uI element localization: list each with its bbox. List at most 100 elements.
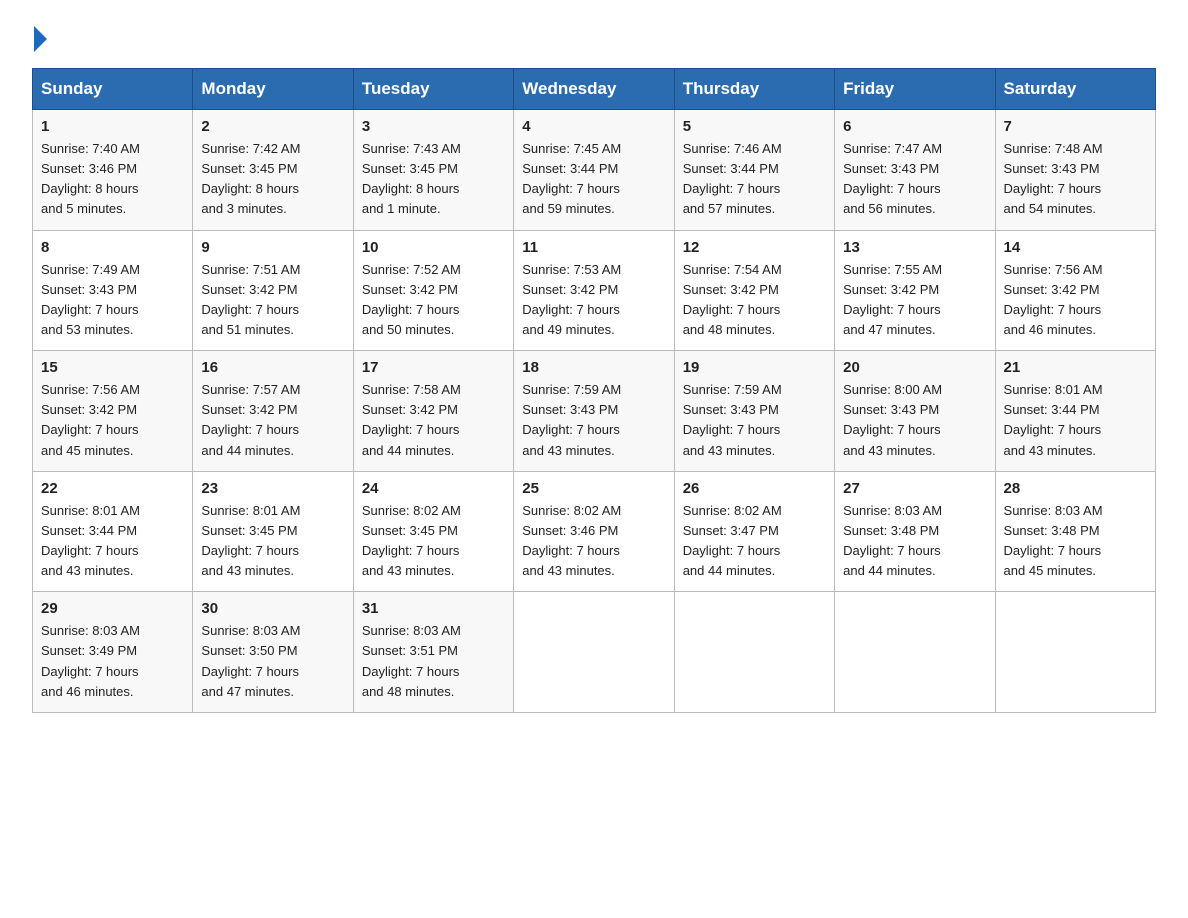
day-number: 11 xyxy=(522,239,665,256)
day-number: 4 xyxy=(522,118,665,135)
calendar-cell: 19 Sunrise: 7:59 AMSunset: 3:43 PMDaylig… xyxy=(674,351,834,472)
header-wednesday: Wednesday xyxy=(514,69,674,110)
calendar-cell: 15 Sunrise: 7:56 AMSunset: 3:42 PMDaylig… xyxy=(33,351,193,472)
day-number: 23 xyxy=(201,480,344,497)
day-info: Sunrise: 8:03 AMSunset: 3:51 PMDaylight:… xyxy=(362,623,461,698)
day-info: Sunrise: 7:49 AMSunset: 3:43 PMDaylight:… xyxy=(41,262,140,337)
day-info: Sunrise: 7:56 AMSunset: 3:42 PMDaylight:… xyxy=(41,382,140,457)
calendar-cell: 30 Sunrise: 8:03 AMSunset: 3:50 PMDaylig… xyxy=(193,592,353,713)
day-number: 29 xyxy=(41,600,184,617)
calendar-cell: 17 Sunrise: 7:58 AMSunset: 3:42 PMDaylig… xyxy=(353,351,513,472)
day-info: Sunrise: 7:58 AMSunset: 3:42 PMDaylight:… xyxy=(362,382,461,457)
calendar-cell: 13 Sunrise: 7:55 AMSunset: 3:42 PMDaylig… xyxy=(835,230,995,351)
day-info: Sunrise: 8:02 AMSunset: 3:45 PMDaylight:… xyxy=(362,503,461,578)
day-number: 15 xyxy=(41,359,184,376)
calendar-cell xyxy=(995,592,1155,713)
calendar-cell: 10 Sunrise: 7:52 AMSunset: 3:42 PMDaylig… xyxy=(353,230,513,351)
day-number: 18 xyxy=(522,359,665,376)
header-sunday: Sunday xyxy=(33,69,193,110)
day-info: Sunrise: 7:42 AMSunset: 3:45 PMDaylight:… xyxy=(201,141,300,216)
calendar-cell xyxy=(835,592,995,713)
calendar-week-row: 8 Sunrise: 7:49 AMSunset: 3:43 PMDayligh… xyxy=(33,230,1156,351)
calendar-cell: 9 Sunrise: 7:51 AMSunset: 3:42 PMDayligh… xyxy=(193,230,353,351)
calendar-cell: 14 Sunrise: 7:56 AMSunset: 3:42 PMDaylig… xyxy=(995,230,1155,351)
day-info: Sunrise: 7:43 AMSunset: 3:45 PMDaylight:… xyxy=(362,141,461,216)
day-number: 26 xyxy=(683,480,826,497)
day-info: Sunrise: 7:57 AMSunset: 3:42 PMDaylight:… xyxy=(201,382,300,457)
calendar-cell: 24 Sunrise: 8:02 AMSunset: 3:45 PMDaylig… xyxy=(353,471,513,592)
calendar-cell: 21 Sunrise: 8:01 AMSunset: 3:44 PMDaylig… xyxy=(995,351,1155,472)
day-info: Sunrise: 7:55 AMSunset: 3:42 PMDaylight:… xyxy=(843,262,942,337)
calendar-cell: 3 Sunrise: 7:43 AMSunset: 3:45 PMDayligh… xyxy=(353,110,513,231)
day-number: 7 xyxy=(1004,118,1147,135)
logo-icon xyxy=(32,24,47,52)
day-info: Sunrise: 7:40 AMSunset: 3:46 PMDaylight:… xyxy=(41,141,140,216)
logo xyxy=(32,24,47,52)
calendar-cell xyxy=(514,592,674,713)
day-info: Sunrise: 7:54 AMSunset: 3:42 PMDaylight:… xyxy=(683,262,782,337)
day-number: 3 xyxy=(362,118,505,135)
calendar-cell: 28 Sunrise: 8:03 AMSunset: 3:48 PMDaylig… xyxy=(995,471,1155,592)
calendar-week-row: 29 Sunrise: 8:03 AMSunset: 3:49 PMDaylig… xyxy=(33,592,1156,713)
day-info: Sunrise: 8:02 AMSunset: 3:47 PMDaylight:… xyxy=(683,503,782,578)
day-number: 2 xyxy=(201,118,344,135)
header-tuesday: Tuesday xyxy=(353,69,513,110)
calendar-cell: 27 Sunrise: 8:03 AMSunset: 3:48 PMDaylig… xyxy=(835,471,995,592)
day-number: 6 xyxy=(843,118,986,135)
calendar-cell xyxy=(674,592,834,713)
calendar-cell: 6 Sunrise: 7:47 AMSunset: 3:43 PMDayligh… xyxy=(835,110,995,231)
calendar-cell: 26 Sunrise: 8:02 AMSunset: 3:47 PMDaylig… xyxy=(674,471,834,592)
day-number: 20 xyxy=(843,359,986,376)
day-number: 28 xyxy=(1004,480,1147,497)
calendar-cell: 8 Sunrise: 7:49 AMSunset: 3:43 PMDayligh… xyxy=(33,230,193,351)
calendar-cell: 7 Sunrise: 7:48 AMSunset: 3:43 PMDayligh… xyxy=(995,110,1155,231)
day-info: Sunrise: 8:03 AMSunset: 3:50 PMDaylight:… xyxy=(201,623,300,698)
header-thursday: Thursday xyxy=(674,69,834,110)
day-number: 31 xyxy=(362,600,505,617)
calendar-header-row: SundayMondayTuesdayWednesdayThursdayFrid… xyxy=(33,69,1156,110)
calendar-week-row: 15 Sunrise: 7:56 AMSunset: 3:42 PMDaylig… xyxy=(33,351,1156,472)
day-info: Sunrise: 7:52 AMSunset: 3:42 PMDaylight:… xyxy=(362,262,461,337)
calendar-week-row: 22 Sunrise: 8:01 AMSunset: 3:44 PMDaylig… xyxy=(33,471,1156,592)
calendar-cell: 4 Sunrise: 7:45 AMSunset: 3:44 PMDayligh… xyxy=(514,110,674,231)
day-number: 19 xyxy=(683,359,826,376)
calendar-cell: 1 Sunrise: 7:40 AMSunset: 3:46 PMDayligh… xyxy=(33,110,193,231)
calendar-cell: 16 Sunrise: 7:57 AMSunset: 3:42 PMDaylig… xyxy=(193,351,353,472)
day-info: Sunrise: 8:02 AMSunset: 3:46 PMDaylight:… xyxy=(522,503,621,578)
calendar-cell: 11 Sunrise: 7:53 AMSunset: 3:42 PMDaylig… xyxy=(514,230,674,351)
calendar-cell: 5 Sunrise: 7:46 AMSunset: 3:44 PMDayligh… xyxy=(674,110,834,231)
calendar-cell: 20 Sunrise: 8:00 AMSunset: 3:43 PMDaylig… xyxy=(835,351,995,472)
day-info: Sunrise: 7:48 AMSunset: 3:43 PMDaylight:… xyxy=(1004,141,1103,216)
day-number: 8 xyxy=(41,239,184,256)
calendar-cell: 2 Sunrise: 7:42 AMSunset: 3:45 PMDayligh… xyxy=(193,110,353,231)
day-number: 12 xyxy=(683,239,826,256)
day-number: 16 xyxy=(201,359,344,376)
day-info: Sunrise: 8:01 AMSunset: 3:45 PMDaylight:… xyxy=(201,503,300,578)
calendar-cell: 25 Sunrise: 8:02 AMSunset: 3:46 PMDaylig… xyxy=(514,471,674,592)
day-info: Sunrise: 8:03 AMSunset: 3:48 PMDaylight:… xyxy=(843,503,942,578)
calendar-cell: 22 Sunrise: 8:01 AMSunset: 3:44 PMDaylig… xyxy=(33,471,193,592)
day-number: 22 xyxy=(41,480,184,497)
day-number: 27 xyxy=(843,480,986,497)
header-monday: Monday xyxy=(193,69,353,110)
day-info: Sunrise: 7:59 AMSunset: 3:43 PMDaylight:… xyxy=(683,382,782,457)
day-info: Sunrise: 7:45 AMSunset: 3:44 PMDaylight:… xyxy=(522,141,621,216)
calendar-cell: 31 Sunrise: 8:03 AMSunset: 3:51 PMDaylig… xyxy=(353,592,513,713)
day-info: Sunrise: 8:03 AMSunset: 3:48 PMDaylight:… xyxy=(1004,503,1103,578)
day-number: 13 xyxy=(843,239,986,256)
day-info: Sunrise: 7:47 AMSunset: 3:43 PMDaylight:… xyxy=(843,141,942,216)
day-info: Sunrise: 8:01 AMSunset: 3:44 PMDaylight:… xyxy=(1004,382,1103,457)
header-saturday: Saturday xyxy=(995,69,1155,110)
day-number: 14 xyxy=(1004,239,1147,256)
day-number: 24 xyxy=(362,480,505,497)
day-number: 10 xyxy=(362,239,505,256)
day-number: 5 xyxy=(683,118,826,135)
calendar-cell: 29 Sunrise: 8:03 AMSunset: 3:49 PMDaylig… xyxy=(33,592,193,713)
day-info: Sunrise: 8:00 AMSunset: 3:43 PMDaylight:… xyxy=(843,382,942,457)
day-number: 25 xyxy=(522,480,665,497)
day-number: 1 xyxy=(41,118,184,135)
calendar-week-row: 1 Sunrise: 7:40 AMSunset: 3:46 PMDayligh… xyxy=(33,110,1156,231)
day-number: 9 xyxy=(201,239,344,256)
calendar-cell: 18 Sunrise: 7:59 AMSunset: 3:43 PMDaylig… xyxy=(514,351,674,472)
day-number: 17 xyxy=(362,359,505,376)
